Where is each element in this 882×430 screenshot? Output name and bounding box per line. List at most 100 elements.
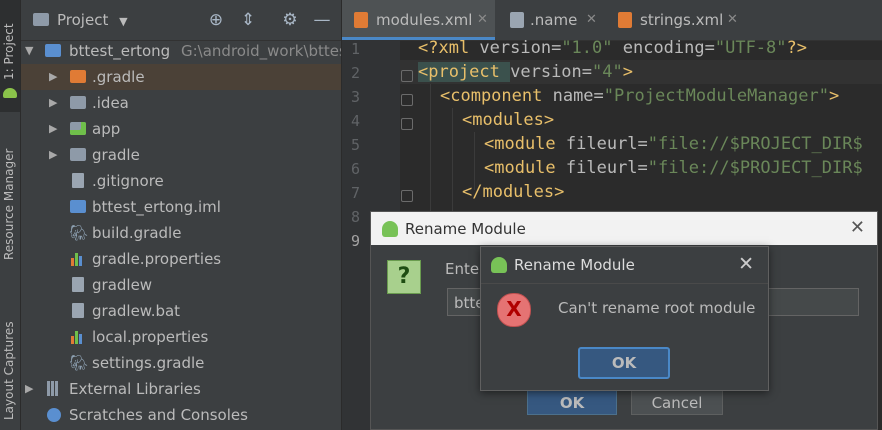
code-token: "1.0" — [561, 38, 623, 58]
code-line-5[interactable]: <module fileurl="file://$PROJECT_DIR$ — [484, 134, 863, 154]
code-token: <module — [484, 134, 566, 154]
fold-marker-icon[interactable] — [401, 190, 413, 202]
indent-guide — [452, 108, 453, 214]
tree-root-row[interactable]: ▼ bttest_ertong G:\android_work\bttes — [21, 38, 341, 64]
line-number: 9 — [350, 232, 360, 250]
folder-icon — [70, 70, 86, 83]
tab-label: .name — [530, 11, 578, 29]
rename-error-dialog: Rename Module ✕ X Can't rename root modu… — [480, 246, 769, 391]
line-number: 5 — [350, 136, 360, 154]
code-token: > — [622, 62, 633, 82]
tree-root-path: G:\android_work\bttes — [181, 42, 341, 60]
tree-item-external-libraries[interactable]: ▶ External Libraries — [21, 376, 341, 402]
close-icon[interactable]: ✕ — [727, 0, 738, 40]
tree-item-build-gradle[interactable]: 🐘︎ build.gradle — [21, 220, 341, 246]
expand-arrow-icon[interactable]: ▼ — [25, 38, 37, 64]
code-token: "UTF-8" — [714, 38, 787, 58]
code-line-6[interactable]: <module fileurl="file://$PROJECT_DIR$ — [484, 158, 863, 178]
project-view-selector[interactable]: Project ▼ — [57, 11, 128, 29]
module-folder-icon — [45, 44, 61, 57]
collapse-icon[interactable]: ⇕ — [239, 11, 257, 29]
code-token: version= — [479, 38, 562, 58]
tree-item-settings-gradle[interactable]: 🐘︎ settings.gradle — [21, 350, 341, 376]
close-icon[interactable]: ✕ — [738, 253, 754, 275]
code-line-3[interactable]: <component name="ProjectModuleManager"> — [440, 86, 839, 106]
tab-name[interactable]: .name ✕ — [498, 0, 603, 40]
minimize-icon[interactable]: — — [313, 11, 331, 29]
close-icon[interactable]: ✕ — [586, 0, 597, 40]
tree-item-local-properties[interactable]: local.properties — [21, 324, 341, 350]
tree-item-label: gradlew — [92, 276, 153, 294]
tree-item-iml[interactable]: bttest_ertong.iml — [21, 194, 341, 220]
gear-icon[interactable]: ⚙ — [281, 11, 299, 29]
expand-arrow-icon[interactable]: ▶ — [49, 90, 61, 116]
error-message: Can't rename root module — [558, 299, 756, 317]
close-icon[interactable]: ✕ — [850, 217, 865, 238]
code-line-4[interactable]: <modules> — [462, 110, 554, 130]
expand-arrow-icon[interactable]: ▶ — [25, 376, 37, 402]
file-icon — [72, 277, 84, 292]
tree-root-label: bttest_ertong — [69, 42, 171, 60]
line-number: 1 — [350, 40, 360, 58]
code-token: "file://$PROJECT_DIR$ — [647, 158, 863, 178]
code-line-2[interactable]: <project version="4"> — [418, 62, 633, 82]
tree-item-label: settings.gradle — [92, 354, 205, 372]
tree-item-gitignore[interactable]: .gitignore — [21, 168, 341, 194]
ok-button[interactable]: OK — [578, 347, 670, 379]
code-line-1[interactable]: <?xml version="1.0" encoding="UTF-8"?> — [418, 38, 807, 58]
tree-item-label: app — [92, 120, 121, 138]
tree-item-gradle[interactable]: ▶ gradle — [21, 142, 341, 168]
error-icon: X — [497, 293, 531, 327]
tree-item-label: .gradle — [92, 68, 145, 86]
code-line-7[interactable]: </modules> — [462, 182, 564, 202]
tree-item-gradlew[interactable]: gradlew — [21, 272, 341, 298]
line-number: 3 — [350, 88, 360, 106]
target-icon[interactable]: ⊕ — [207, 11, 225, 29]
close-icon[interactable]: ✕ — [477, 0, 488, 40]
tree-item-label: gradle.properties — [92, 250, 222, 268]
tree-item-label: External Libraries — [69, 380, 201, 398]
code-token: <module — [484, 158, 566, 178]
editor-tab-bar: modules.xml ✕ .name ✕ strings.xml ✕ — [342, 0, 882, 41]
tree-item-label: .idea — [92, 94, 129, 112]
ok-button[interactable]: OK — [527, 389, 617, 415]
scratches-icon — [47, 408, 61, 422]
expand-arrow-icon[interactable]: ▶ — [49, 142, 61, 168]
file-icon — [72, 303, 84, 318]
tab-modules-xml[interactable]: modules.xml ✕ — [342, 0, 495, 40]
code-token: ?> — [786, 38, 807, 58]
code-token: encoding= — [622, 38, 715, 58]
project-view-icon — [33, 13, 49, 26]
fold-marker-icon[interactable] — [401, 70, 413, 82]
tree-item-label: gradlew.bat — [92, 302, 181, 320]
project-tool-tab[interactable]: 1: Project — [0, 0, 20, 112]
properties-icon — [71, 329, 87, 344]
chevron-down-icon: ▼ — [119, 15, 128, 28]
line-number: 7 — [350, 184, 360, 202]
tree-item-scratches[interactable]: Scratches and Consoles — [21, 402, 341, 428]
libraries-icon — [47, 381, 63, 396]
project-view-label: Project — [57, 11, 109, 29]
tab-strings-xml[interactable]: strings.xml ✕ — [606, 0, 746, 40]
resource-manager-label: Resource Manager — [2, 148, 16, 260]
fold-marker-icon[interactable] — [401, 118, 413, 130]
expand-arrow-icon[interactable]: ▶ — [49, 116, 61, 142]
tree-item-gradlew-bat[interactable]: gradlew.bat — [21, 298, 341, 324]
dialog-title-bar: Rename Module ✕ — [371, 212, 877, 245]
code-token: "file://$PROJECT_DIR$ — [647, 134, 863, 154]
file-icon — [72, 173, 84, 188]
tree-item-label: build.gradle — [92, 224, 182, 242]
code-token: "ProjectModuleManager" — [603, 86, 829, 106]
fold-marker-icon[interactable] — [401, 94, 413, 106]
android-icon — [3, 88, 17, 98]
expand-arrow-icon[interactable]: ▶ — [49, 64, 61, 90]
resource-manager-tab[interactable]: Resource Manager — [0, 140, 20, 290]
tree-item-app[interactable]: ▶ app — [21, 116, 341, 142]
tree-item-gradle-properties[interactable]: gradle.properties — [21, 246, 341, 272]
project-panel: Project ▼ ⊕ ⇕ ⚙ — ▼ bttest_ertong G:\and… — [21, 0, 341, 430]
tree-item-idea[interactable]: ▶ .idea — [21, 90, 341, 116]
layout-captures-tab[interactable]: Layout Captures — [0, 310, 20, 430]
code-token: > — [828, 86, 840, 106]
tree-item-gradle-cache[interactable]: ▶ .gradle — [21, 64, 341, 90]
cancel-button[interactable]: Cancel — [631, 389, 723, 415]
